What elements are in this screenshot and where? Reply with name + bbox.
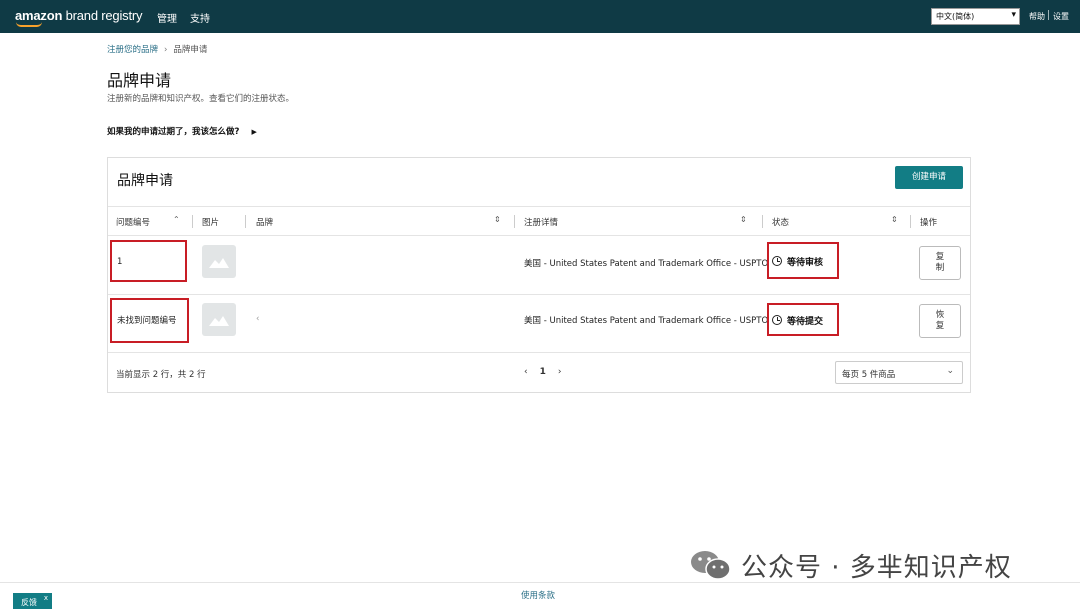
table-row: 1 美国 - United States Patent and Trademar… xyxy=(108,237,970,295)
column-header-brand[interactable]: 品牌 xyxy=(256,216,273,228)
status-text: 等待提交 xyxy=(787,317,824,327)
brand-registry-logo[interactable]: amazon brand registry xyxy=(15,8,143,27)
nav-manage[interactable]: 管理 xyxy=(157,10,177,25)
copy-button-label-2: 制 xyxy=(935,263,945,273)
column-divider xyxy=(245,215,246,228)
column-divider xyxy=(514,215,515,228)
terms-of-use-link[interactable]: 使用条款 xyxy=(521,589,555,601)
page-subtitle: 注册新的品牌和知识产权。查看它们的注册状态。 xyxy=(107,94,295,104)
pagination: ‹ 1 › xyxy=(518,367,567,377)
page-number[interactable]: 1 xyxy=(540,367,546,377)
language-select[interactable]: 中文(简体) ▾ xyxy=(931,8,1020,25)
image-placeholder-icon xyxy=(209,258,229,268)
breadcrumb-current: 品牌申请 xyxy=(173,45,208,55)
applications-card: 品牌申请 创建申请 问题编号 ⌃ 图片 品牌 ⇕ 注册详情 ⇕ 状态 ⇕ 操作 … xyxy=(107,157,971,393)
breadcrumb: 注册您的品牌 › 品牌申请 xyxy=(107,43,207,55)
faq-label: 如果我的申请过期了，我该怎么做? xyxy=(107,127,240,137)
column-header-image: 图片 xyxy=(202,218,220,228)
amazon-smile-icon xyxy=(16,22,42,27)
restore-button-label-1: 恢 xyxy=(935,310,945,320)
top-navigation-bar: amazon brand registry 管理 支持 中文(简体) ▾ 帮助 … xyxy=(0,0,1080,33)
column-header-issue-id[interactable]: 问题编号 xyxy=(116,216,150,228)
column-header-actions: 操作 xyxy=(920,218,938,228)
column-divider xyxy=(192,215,193,228)
logo-amazon-text: amazon xyxy=(15,8,63,23)
breadcrumb-parent-link[interactable]: 注册您的品牌 xyxy=(107,45,158,55)
chevron-right-icon[interactable]: › xyxy=(558,367,562,377)
image-placeholder-icon xyxy=(209,316,229,326)
column-header-registration-details[interactable]: 注册详情 xyxy=(524,216,558,228)
caret-right-icon: ▶ xyxy=(251,128,257,136)
chevron-down-icon: ▾ xyxy=(1011,10,1016,20)
clock-icon xyxy=(772,315,782,325)
table-row: 未找到问题编号 ‹ 美国 - United States Patent and … xyxy=(108,295,970,353)
registration-details-cell: 美国 - United States Patent and Trademark … xyxy=(524,259,769,269)
table-footer: 当前显示 2 行，共 2 行 ‹ 1 › 每页 5 件商品 ⌄ xyxy=(108,354,970,392)
divider xyxy=(1048,10,1049,20)
per-page-value: 每页 5 件商品 xyxy=(842,370,896,380)
logo-brand-registry-text: brand registry xyxy=(62,8,143,23)
page-title: 品牌申请 xyxy=(107,71,172,90)
table-header: 问题编号 ⌃ 图片 品牌 ⇕ 注册详情 ⇕ 状态 ⇕ 操作 xyxy=(108,206,970,236)
copy-button[interactable]: 复 制 xyxy=(919,246,961,280)
chevron-left-icon[interactable]: ‹ xyxy=(524,367,528,377)
settings-link[interactable]: 设置 xyxy=(1053,11,1069,22)
registration-details-cell: 美国 - United States Patent and Trademark … xyxy=(524,316,769,326)
column-header-status[interactable]: 状态 xyxy=(772,216,789,228)
status-badge: 等待提交 xyxy=(772,314,823,327)
divider xyxy=(0,582,1080,583)
faq-expander[interactable]: 如果我的申请过期了，我该怎么做? ▶ xyxy=(107,125,257,137)
per-page-select[interactable]: 每页 5 件商品 ⌄ xyxy=(835,361,963,384)
copy-button-label-1: 复 xyxy=(935,252,945,262)
issue-id-cell: 1 xyxy=(117,257,123,267)
status-badge: 等待审核 xyxy=(772,255,823,268)
row-count-text: 当前显示 2 行，共 2 行 xyxy=(116,370,206,380)
chevron-down-icon: ⌄ xyxy=(946,366,954,376)
feedback-label: 反馈 xyxy=(21,598,37,607)
sort-icon[interactable]: ⇕ xyxy=(494,215,501,224)
restore-button-label-2: 复 xyxy=(935,321,945,331)
image-placeholder xyxy=(202,303,236,336)
image-placeholder xyxy=(202,245,236,278)
restore-button[interactable]: 恢 复 xyxy=(919,304,961,338)
sort-ascending-icon[interactable]: ⌃ xyxy=(173,215,180,224)
status-text: 等待审核 xyxy=(787,258,824,268)
watermark-text: 公众号 · 多芈知识产权 xyxy=(741,553,1012,583)
card-title: 品牌申请 xyxy=(117,173,173,189)
issue-id-cell: 未找到问题编号 xyxy=(117,316,177,326)
clock-icon xyxy=(772,256,782,266)
create-application-button[interactable]: 创建申请 xyxy=(895,166,963,189)
help-link[interactable]: 帮助 xyxy=(1029,11,1045,22)
sort-icon[interactable]: ⇕ xyxy=(740,215,747,224)
close-icon[interactable]: x xyxy=(44,594,48,602)
feedback-button[interactable]: 反馈 x xyxy=(13,593,52,609)
language-select-value: 中文(简体) xyxy=(936,12,975,21)
nav-support[interactable]: 支持 xyxy=(190,10,210,25)
wechat-icon xyxy=(691,551,731,580)
chevron-right-icon: › xyxy=(164,45,168,55)
column-divider xyxy=(762,215,763,228)
brand-cell: ‹ xyxy=(256,314,260,324)
column-divider xyxy=(910,215,911,228)
sort-icon[interactable]: ⇕ xyxy=(891,215,898,224)
